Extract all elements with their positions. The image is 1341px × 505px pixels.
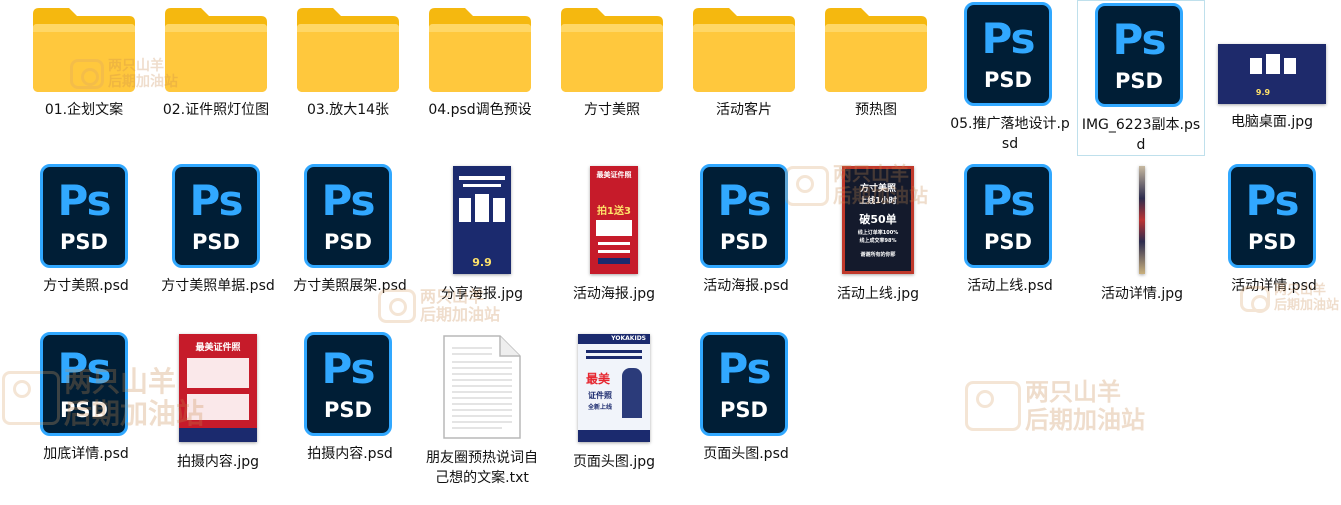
folder-icon xyxy=(825,8,927,92)
folder-item-psd-presets[interactable]: 04.psd调色预设 xyxy=(416,4,544,120)
watermark-logo: 两只山羊 后期加油站 xyxy=(965,378,1145,433)
folder-item-preheat[interactable]: 预热图 xyxy=(812,4,940,120)
item-label: 活动海报.jpg xyxy=(572,286,656,302)
folder-icon xyxy=(561,8,663,92)
photoshop-file-icon: Ps PSD xyxy=(964,164,1056,270)
item-label: 活动客片 xyxy=(716,102,772,118)
item-label: 活动详情.psd xyxy=(1231,278,1317,294)
image-thumbnail: 9.9 xyxy=(453,166,511,274)
psd-item-event-detail[interactable]: Ps PSD 活动详情.psd xyxy=(1210,162,1338,296)
jpg-item-share-poster[interactable]: 9.9 分享海报.jpg xyxy=(418,164,546,304)
jpg-item-event-poster[interactable]: 最美证件照 拍1送3 活动海报.jpg xyxy=(550,164,678,304)
photoshop-file-icon: Ps PSD xyxy=(304,164,396,270)
item-label: 活动上线.psd xyxy=(967,278,1053,294)
folder-icon xyxy=(429,8,531,92)
item-label: 分享海报.jpg xyxy=(440,286,524,302)
photoshop-file-icon: Ps PSD xyxy=(304,332,396,438)
psd-item-shoot-content[interactable]: Ps PSD 拍摄内容.psd xyxy=(286,330,414,464)
item-label: 预热图 xyxy=(855,102,897,118)
item-label: 拍摄内容.psd xyxy=(307,446,393,462)
photoshop-file-icon: Ps PSD xyxy=(700,164,792,270)
item-label: IMG_6223副本.psd xyxy=(1081,117,1201,153)
psd-item-header-image[interactable]: Ps PSD 页面头图.psd xyxy=(682,330,810,464)
photoshop-file-icon: Ps PSD xyxy=(40,332,132,438)
psd-item-fangcun-receipt[interactable]: Ps PSD 方寸美照单据.psd xyxy=(154,162,282,296)
folder-item-id-photo-lighting[interactable]: 02.证件照灯位图 xyxy=(152,4,280,120)
item-label: 01.企划文案 xyxy=(44,102,124,118)
photoshop-file-icon: Ps PSD xyxy=(1095,3,1187,109)
jpg-item-shoot-content[interactable]: 最美证件照 拍摄内容.jpg xyxy=(154,332,282,472)
folder-item-enlarge[interactable]: 03.放大14张 xyxy=(284,4,412,120)
item-label: 加底详情.psd xyxy=(43,446,129,462)
image-thumbnail: 方寸美照 上线1小时 破50单 线上订单率100% 线上成交率98% 谢谢所有的… xyxy=(842,166,914,274)
psd-item-launch[interactable]: Ps PSD 活动上线.psd xyxy=(946,162,1074,296)
photoshop-file-icon: Ps PSD xyxy=(964,2,1056,108)
jpg-item-launch[interactable]: 方寸美照 上线1小时 破50单 线上订单率100% 线上成交率98% 谢谢所有的… xyxy=(814,164,942,304)
item-label: 活动详情.jpg xyxy=(1100,286,1184,302)
photoshop-file-icon: Ps PSD xyxy=(700,332,792,438)
photoshop-file-icon: Ps PSD xyxy=(1228,164,1320,270)
image-thumbnail: 最美证件照 拍1送3 xyxy=(590,166,638,274)
folder-icon xyxy=(297,8,399,92)
folder-item-fangcun[interactable]: 方寸美照 xyxy=(548,4,676,120)
item-label: 电脑桌面.jpg xyxy=(1230,114,1314,130)
folder-item-client-photos[interactable]: 活动客片 xyxy=(680,4,808,120)
image-thumbnail: 9.9 xyxy=(1218,44,1326,104)
folder-item-planning[interactable]: 01.企划文案 xyxy=(20,4,148,120)
text-file-icon xyxy=(443,335,521,439)
image-thumbnail xyxy=(1139,166,1145,274)
psd-item-event-poster[interactable]: Ps PSD 活动海报.psd xyxy=(682,162,810,296)
item-label: 方寸美照 xyxy=(584,102,640,118)
item-label: 页面头图.jpg xyxy=(572,454,656,470)
folder-icon xyxy=(33,8,135,92)
item-label: 拍摄内容.jpg xyxy=(176,454,260,470)
jpg-item-desktop[interactable]: 9.9 电脑桌面.jpg xyxy=(1208,18,1336,132)
item-label: 05.推广落地设计.psd xyxy=(950,116,1070,152)
item-label: 方寸美照.psd xyxy=(43,278,129,294)
item-label: 04.psd调色预设 xyxy=(428,102,532,118)
psd-item-bottom-detail[interactable]: Ps PSD 加底详情.psd xyxy=(22,330,150,464)
item-label: 方寸美照单据.psd xyxy=(161,278,275,294)
photoshop-file-icon: Ps PSD xyxy=(40,164,132,270)
psd-item-fangcun-stand[interactable]: Ps PSD 方寸美照展架.psd xyxy=(286,162,414,296)
item-label: 03.放大14张 xyxy=(306,102,390,118)
item-label: 朋友圈预热说词自己想的文案.txt xyxy=(426,450,538,486)
item-label: 活动上线.jpg xyxy=(836,286,920,302)
folder-icon xyxy=(693,8,795,92)
image-thumbnail: 最美证件照 xyxy=(179,334,257,442)
item-label: 02.证件照灯位图 xyxy=(162,102,270,118)
image-thumbnail: YOKAKIDS 最美 证件照 全新上线 xyxy=(578,334,650,442)
camera-icon xyxy=(965,380,1021,431)
jpg-item-event-detail[interactable]: 活动详情.jpg xyxy=(1078,164,1206,304)
psd-item-landing-design[interactable]: Ps PSD 05.推广落地设计.psd xyxy=(946,0,1074,154)
item-label: 活动海报.psd xyxy=(703,278,789,294)
item-label: 页面头图.psd xyxy=(703,446,789,462)
psd-item-img-6223[interactable]: Ps PSD IMG_6223副本.psd xyxy=(1077,0,1205,156)
photoshop-file-icon: Ps PSD xyxy=(172,164,264,270)
psd-item-fangcun[interactable]: Ps PSD 方寸美照.psd xyxy=(22,162,150,296)
folder-icon xyxy=(165,8,267,92)
jpg-item-header-image[interactable]: YOKAKIDS 最美 证件照 全新上线 页面头图.jpg xyxy=(550,332,678,472)
txt-item-moments-copy[interactable]: 朋友圈预热说词自己想的文案.txt xyxy=(418,332,546,488)
item-label: 方寸美照展架.psd xyxy=(293,278,407,294)
